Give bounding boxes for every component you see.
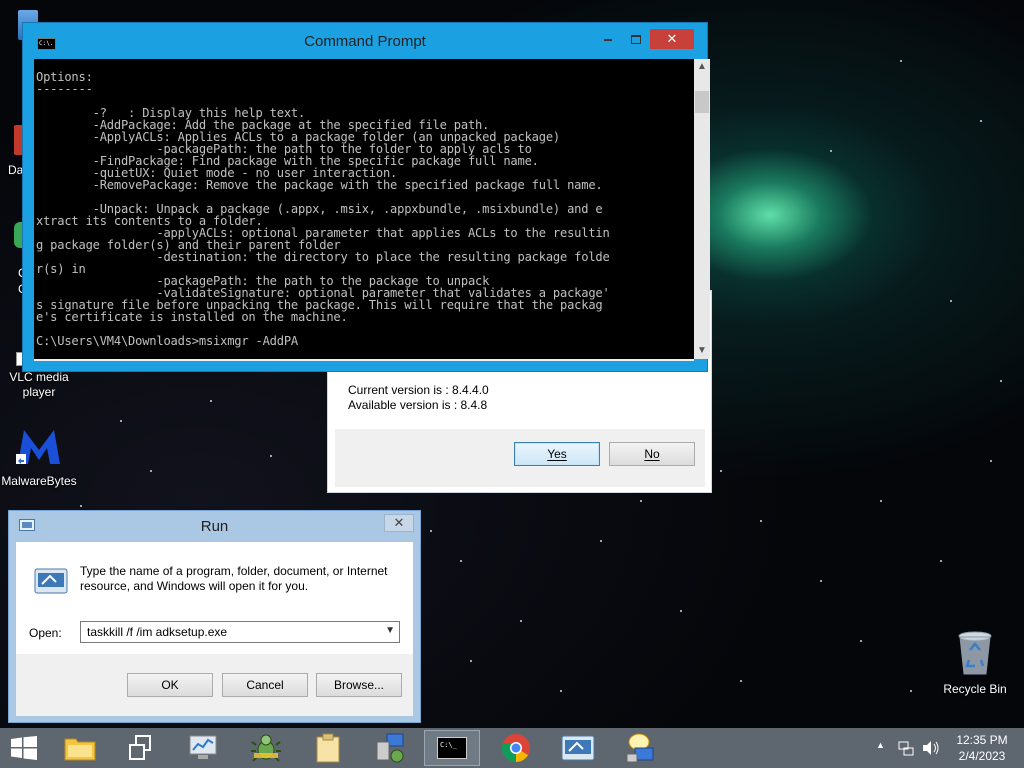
- run-icon: [34, 568, 68, 594]
- command-prompt-window[interactable]: C:\. Command Prompt ✕ Options: -------- -…: [22, 22, 710, 372]
- clipboard-icon: [316, 733, 340, 763]
- yes-button-label: Yes: [547, 447, 567, 461]
- console-line: --------: [36, 82, 93, 96]
- tray-overflow-icon[interactable]: ▲: [876, 740, 885, 750]
- no-button[interactable]: No: [609, 442, 695, 466]
- network-share-icon: [626, 733, 654, 763]
- desktop-icon-malwarebytes[interactable]: MalwareBytes: [0, 424, 78, 489]
- window-title: Run: [200, 518, 229, 535]
- cancel-button[interactable]: Cancel: [222, 673, 308, 697]
- dialog-footer: Yes No: [335, 429, 705, 487]
- network-icon[interactable]: [898, 740, 914, 756]
- open-input[interactable]: taskkill /f /im adksetup.exe: [87, 625, 227, 639]
- taskbar-performance-monitor[interactable]: [176, 730, 232, 766]
- taskbar-notes[interactable]: [300, 730, 356, 766]
- maximize-button[interactable]: [623, 29, 649, 49]
- vertical-scrollbar[interactable]: ▲ ▼: [694, 59, 710, 359]
- chrome-icon: [501, 734, 530, 763]
- volume-icon[interactable]: [922, 740, 940, 756]
- open-combobox[interactable]: taskkill /f /im adksetup.exe ▼: [80, 621, 400, 643]
- scroll-thumb[interactable]: [695, 91, 709, 113]
- taskbar-network-setup[interactable]: [362, 730, 418, 766]
- scroll-up-arrow-icon[interactable]: ▲: [694, 59, 710, 75]
- yes-button[interactable]: Yes: [514, 442, 600, 466]
- console-line: C:\Users\VM4\Downloads>msixmgr -AddPA: [36, 334, 298, 348]
- console-text: Options: -------- -? : Display this help …: [34, 59, 694, 347]
- windows-switch-icon: [129, 735, 151, 760]
- desktop-icon-label: player: [22, 385, 56, 399]
- close-icon: ✕: [666, 31, 678, 46]
- available-version-text: Available version is : 8.4.8: [348, 398, 488, 412]
- desktop-icon-label: VLC media: [9, 370, 69, 384]
- browse-button[interactable]: Browse...: [316, 673, 402, 697]
- minimize-button[interactable]: [595, 29, 621, 49]
- console-output[interactable]: Options: -------- -? : Display this help …: [34, 59, 694, 361]
- maximize-icon: [631, 35, 641, 45]
- close-button[interactable]: ✕: [650, 29, 694, 49]
- run-content: Type the name of a program, folder, docu…: [16, 542, 413, 654]
- desktop-icon-recycle-bin[interactable]: Recycle Bin: [938, 630, 1012, 697]
- taskbar-remote-desktop[interactable]: [550, 730, 606, 766]
- console-line: -RemovePackage: Remove the package with …: [36, 178, 603, 192]
- desktop-icon-label: Recycle Bin: [943, 682, 1007, 696]
- window-app-icon: [561, 735, 595, 761]
- monitor-chart-icon: [189, 735, 217, 759]
- console-line: e's certificate is installed on the mach…: [36, 310, 348, 324]
- folder-icon: [64, 738, 96, 761]
- cancel-button-label: Cancel: [246, 678, 284, 692]
- desktop-icon-label: MalwareBytes: [1, 474, 77, 488]
- recycle-bin-icon: [958, 631, 992, 675]
- svg-text:C:\_: C:\_: [440, 741, 458, 749]
- browse-button-label: Browse...: [333, 678, 384, 692]
- chevron-down-icon[interactable]: ▼: [385, 625, 395, 636]
- network-computer-icon: [376, 733, 404, 763]
- windows-logo-icon: [11, 736, 37, 760]
- console-line: -destination: the directory to place the…: [36, 250, 610, 264]
- ok-button[interactable]: OK: [127, 673, 213, 697]
- close-button[interactable]: ✕: [384, 514, 414, 532]
- scroll-down-arrow-icon[interactable]: ▼: [694, 343, 710, 359]
- clock-date: 2/4/2023: [958, 749, 1006, 763]
- taskbar-bug-tool[interactable]: [238, 730, 294, 766]
- ok-button-label: OK: [161, 678, 179, 692]
- cmd-icon: C:\_: [437, 737, 467, 759]
- clock[interactable]: 12:35 PM 2/4/2023: [952, 732, 1012, 764]
- run-dialog-body: Type the name of a program, folder, docu…: [16, 542, 413, 716]
- close-icon: ✕: [393, 515, 405, 530]
- run-dialog[interactable]: Run ✕ Type the name of a program, folder…: [8, 510, 421, 723]
- minimize-icon: [604, 38, 612, 41]
- taskbar: C:\_ ▲ 12:35 PM 2/4/2023: [0, 728, 1024, 768]
- start-button[interactable]: [0, 730, 48, 766]
- clock-time: 12:35 PM: [956, 733, 1008, 747]
- taskbar-command-prompt[interactable]: C:\_: [424, 730, 480, 766]
- run-description: Type the name of a program, folder, docu…: [80, 564, 388, 593]
- taskbar-google-chrome[interactable]: [488, 730, 544, 766]
- bug-icon: [251, 734, 281, 762]
- taskbar-network-share[interactable]: [612, 730, 668, 766]
- taskbar-file-explorer[interactable]: [52, 730, 108, 766]
- open-label: Open:: [29, 626, 62, 640]
- current-version-text: Current version is : 8.4.4.0: [348, 383, 489, 397]
- taskbar-task-view[interactable]: [114, 730, 170, 766]
- no-button-label: No: [644, 447, 660, 461]
- console-line: Options:: [36, 70, 93, 84]
- malwarebytes-icon: [16, 430, 60, 464]
